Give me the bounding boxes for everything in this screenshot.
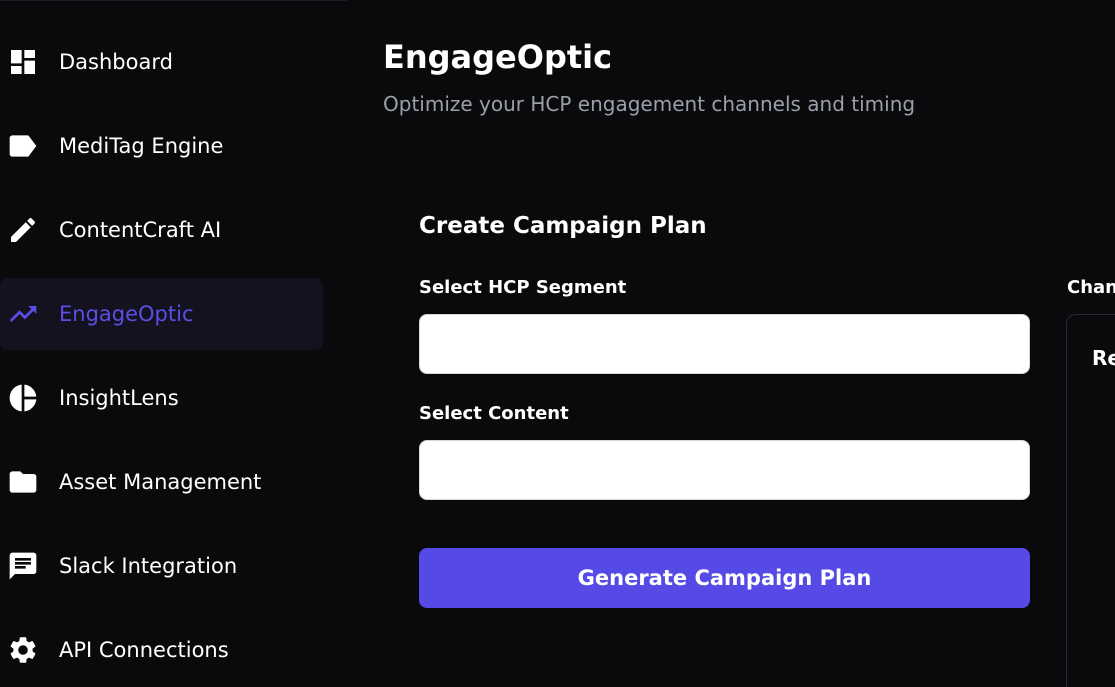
dashboard-icon [7, 46, 39, 78]
sidebar-item-label: Dashboard [59, 50, 173, 74]
sidebar: Dashboard MediTag Engine ContentCraft AI… [0, 0, 347, 687]
pencil-icon [7, 214, 39, 246]
sidebar-item-label: API Connections [59, 638, 229, 662]
channel-panel-heading: Re [1092, 346, 1115, 370]
pie-chart-icon [7, 382, 39, 414]
chat-icon [7, 550, 39, 582]
sidebar-item-api-connections[interactable]: API Connections [0, 614, 323, 686]
sidebar-item-asset-management[interactable]: Asset Management [0, 446, 323, 518]
tag-icon [7, 130, 39, 162]
sidebar-item-label: MediTag Engine [59, 134, 224, 158]
section-title: Create Campaign Plan [419, 213, 707, 239]
sidebar-item-label: Slack Integration [59, 554, 238, 578]
sidebar-item-contentcraft-ai[interactable]: ContentCraft AI [0, 194, 323, 266]
content-label: Select Content [419, 403, 569, 424]
hcp-segment-select[interactable] [419, 314, 1030, 374]
channel-panel-label: Chan [1067, 277, 1115, 298]
sidebar-item-label: InsightLens [59, 386, 179, 410]
page-title: EngageOptic [383, 38, 613, 76]
content-select[interactable] [419, 440, 1030, 500]
page-subtitle: Optimize your HCP engagement channels an… [383, 92, 916, 116]
gear-icon [7, 634, 39, 666]
sidebar-item-insightlens[interactable]: InsightLens [0, 362, 323, 434]
sidebar-item-dashboard[interactable]: Dashboard [0, 26, 323, 98]
hcp-segment-label: Select HCP Segment [419, 277, 627, 298]
sidebar-item-slack-integration[interactable]: Slack Integration [0, 530, 323, 602]
trending-up-icon [7, 298, 39, 330]
folder-icon [7, 466, 39, 498]
app-root: Dashboard MediTag Engine ContentCraft AI… [0, 0, 1115, 687]
sidebar-item-meditag-engine[interactable]: MediTag Engine [0, 110, 323, 182]
sidebar-item-label: EngageOptic [59, 302, 194, 326]
sidebar-item-label: Asset Management [59, 470, 262, 494]
sidebar-divider [0, 0, 347, 1]
sidebar-item-engageoptic[interactable]: EngageOptic [0, 278, 323, 350]
generate-campaign-plan-button[interactable]: Generate Campaign Plan [419, 548, 1030, 608]
sidebar-item-label: ContentCraft AI [59, 218, 222, 242]
